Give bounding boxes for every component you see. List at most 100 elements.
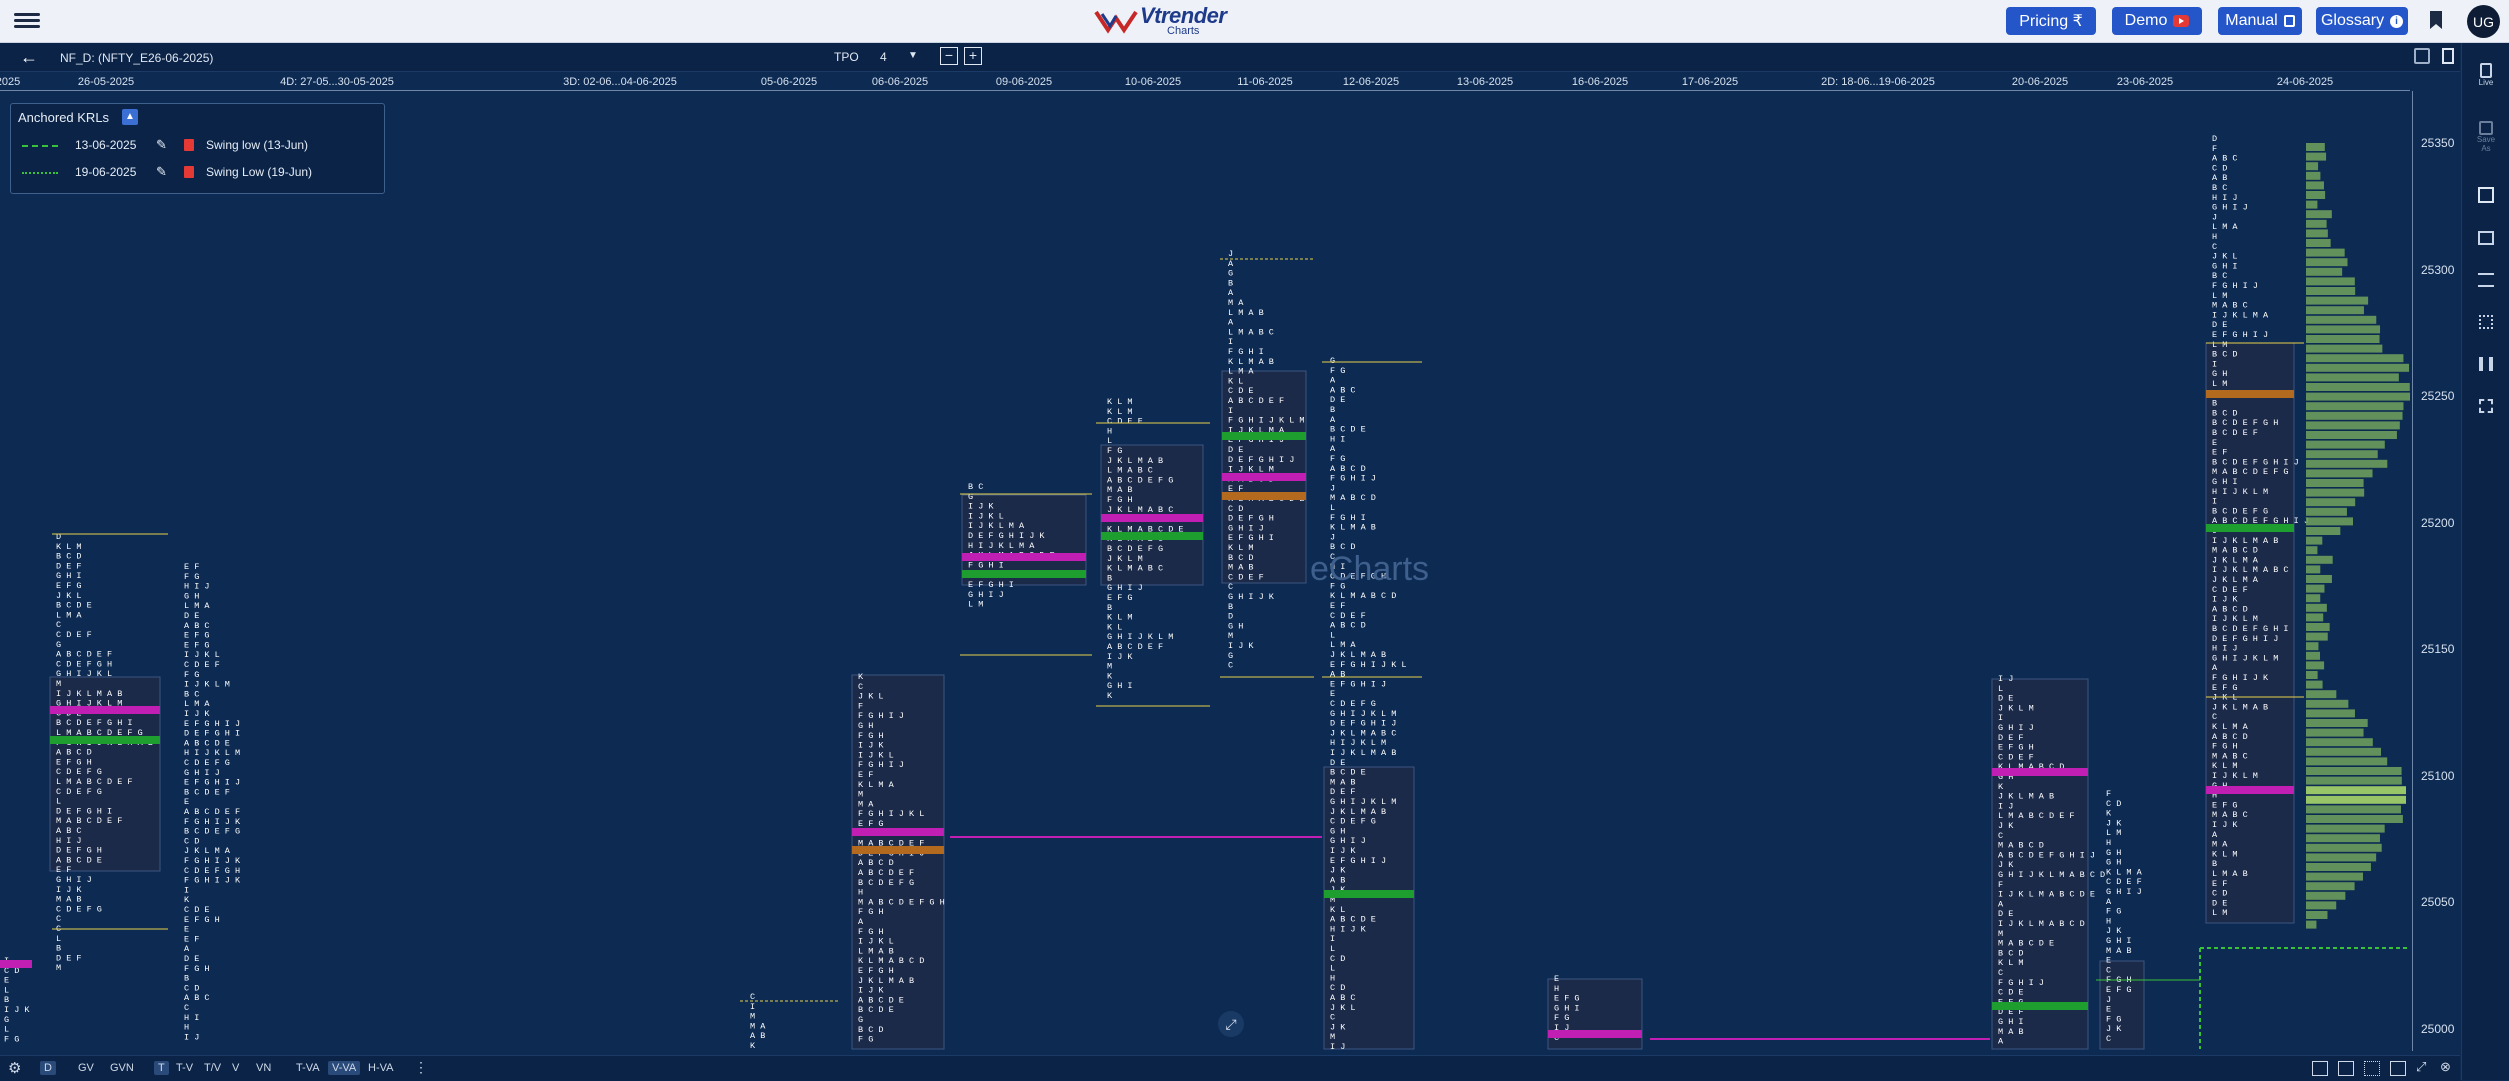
save-icon (2479, 121, 2493, 135)
tpo-letters: G H I (1554, 1003, 1580, 1013)
tab-gv[interactable]: GV (74, 1061, 98, 1075)
list-icon[interactable] (2476, 273, 2496, 287)
tpo-letters: K L M A B C (1107, 564, 1163, 574)
tpo-letters: J K L M A B C (1107, 505, 1173, 515)
pricing-button[interactable]: Pricing ₹ (2006, 7, 2096, 35)
back-arrow-icon[interactable]: ← (20, 47, 38, 68)
apps-icon[interactable] (2476, 399, 2496, 413)
window-icon[interactable] (2390, 1061, 2406, 1076)
export-icon[interactable] (2442, 48, 2454, 64)
tab-v[interactable]: V (228, 1061, 243, 1075)
tpo-letters: I J K (4, 1005, 30, 1015)
tpo-letters: J K L M A B (1330, 807, 1386, 817)
close-icon[interactable]: ⊗ (2440, 1059, 2451, 1075)
date-label: 2D: 18-06...19-06-2025 (1821, 76, 1935, 88)
tpo-letters: C D E (1998, 988, 2024, 998)
fullscreen-icon[interactable]: ⤢ (2416, 1059, 2426, 1075)
krl-row[interactable]: 13-06-2025 ✎ Swing low (13-Jun) (18, 136, 378, 154)
tpo-letters: G H I J K L M (2212, 653, 2278, 663)
tpo-letters: L M A B (858, 946, 894, 956)
tpo-letters: B (4, 995, 9, 1005)
tpo-letters: F G H I J K (184, 876, 241, 886)
more-vertical-icon[interactable]: ⋮ (414, 1059, 428, 1076)
tpo-letters: B C D (2212, 408, 2238, 418)
live-button[interactable]: Live (2476, 63, 2496, 87)
tpo-letters: M (56, 963, 61, 973)
edit-icon[interactable]: ✎ (156, 164, 167, 180)
glossary-button[interactable]: Glossary i (2316, 7, 2408, 35)
tab-t-slash-v[interactable]: T/V (200, 1061, 225, 1075)
menu-icon[interactable] (14, 10, 40, 32)
krl-row[interactable]: 19-06-2025 ✎ Swing Low (19-Jun) (18, 163, 378, 181)
tpo-letters: I J K L (858, 937, 894, 947)
table-icon[interactable] (2312, 1061, 2328, 1076)
save-as-button[interactable]: Save As (2476, 121, 2496, 153)
volume-bar (2306, 229, 2328, 238)
tpo-letters: F G (2106, 907, 2121, 917)
tpo-letters: C D (2212, 163, 2227, 173)
square-tool-icon[interactable] (2476, 187, 2496, 203)
tpo-letters: E F G (1107, 593, 1133, 603)
line-chart-icon[interactable] (2338, 1061, 2354, 1076)
tab-t-v[interactable]: T-V (172, 1061, 197, 1075)
tpo-letters: L M A (1330, 640, 1356, 650)
tpo-decrease-button[interactable]: − (940, 47, 958, 65)
tab-d[interactable]: D (40, 1061, 56, 1075)
grid-icon[interactable] (2476, 315, 2496, 329)
tpo-letters: G H I (1107, 681, 1133, 691)
bookmark-icon[interactable] (2428, 10, 2444, 30)
tpo-letters: J K L M A B (1107, 456, 1163, 466)
vtrender-logo[interactable]: Vtrender Charts (1094, 4, 1227, 38)
tpo-increase-button[interactable]: + (964, 47, 982, 65)
tpo-chart[interactable]: IC DELBI J KGLF GDK L MB C DD E FG H IE … (0, 91, 2410, 1051)
expand-icon[interactable]: ⤢ (1218, 1011, 1244, 1037)
tpo-letters: C D E F G (56, 904, 102, 914)
poc-line (1992, 768, 2088, 776)
tpo-letters: I (2212, 359, 2217, 369)
manual-button[interactable]: Manual (2218, 7, 2302, 35)
volume-bar (2306, 757, 2388, 766)
tab-gvn[interactable]: GVN (106, 1061, 138, 1075)
tab-v-va[interactable]: V-VA (328, 1061, 361, 1075)
price-label: 25250 (2421, 389, 2455, 403)
tpo-letters: I J (1998, 801, 2013, 811)
volume-bar (2306, 911, 2328, 919)
volume-bar (2306, 575, 2332, 583)
tpo-letters: M (1228, 631, 1233, 641)
demo-button[interactable]: Demo (2112, 7, 2202, 35)
tab-t-va[interactable]: T-VA (292, 1061, 324, 1075)
tpo-letters: G H I J (56, 875, 92, 885)
tpo-letters: D E F (56, 953, 82, 963)
volume-bar (2306, 603, 2327, 612)
grid-view-icon[interactable] (2364, 1061, 2380, 1076)
tpo-letters: F G H (858, 731, 884, 741)
columns-icon[interactable] (2476, 357, 2496, 371)
tpo-letters: E F (1330, 601, 1345, 611)
tpo-letters: B C D E F G H I (2212, 624, 2289, 634)
avatar[interactable]: UG (2467, 5, 2500, 38)
dotted-line-icon (22, 172, 58, 174)
tab-vn[interactable]: VN (252, 1061, 275, 1075)
poc-line (1101, 514, 1203, 522)
live-label: Live (2478, 78, 2494, 87)
chevron-down-icon[interactable]: ▼ (908, 50, 918, 61)
tab-t[interactable]: T (154, 1061, 169, 1075)
tpo-letters: J (1228, 249, 1233, 259)
tab-h-va[interactable]: H-VA (364, 1061, 397, 1075)
tpo-letters: B C (2212, 271, 2227, 281)
tpo-letters: I (184, 885, 189, 895)
collapse-icon[interactable]: ▲ (122, 109, 138, 125)
tpo-letters: D E F (1998, 733, 2024, 743)
tpo-size-select[interactable]: 4 (880, 50, 887, 64)
settings-gear-icon[interactable]: ⚙ (8, 1059, 21, 1077)
delete-icon[interactable] (184, 139, 194, 151)
delete-icon[interactable] (184, 166, 194, 178)
split-view-icon[interactable] (2476, 231, 2496, 245)
dashed-line-icon (22, 145, 58, 147)
tpo-letters: D E (184, 611, 199, 621)
volume-bar (2306, 219, 2327, 228)
edit-icon[interactable]: ✎ (156, 137, 167, 153)
tpo-letters: C D E F (2106, 877, 2142, 887)
save-icon[interactable] (2414, 48, 2430, 64)
tpo-letters: G H (1330, 826, 1345, 836)
